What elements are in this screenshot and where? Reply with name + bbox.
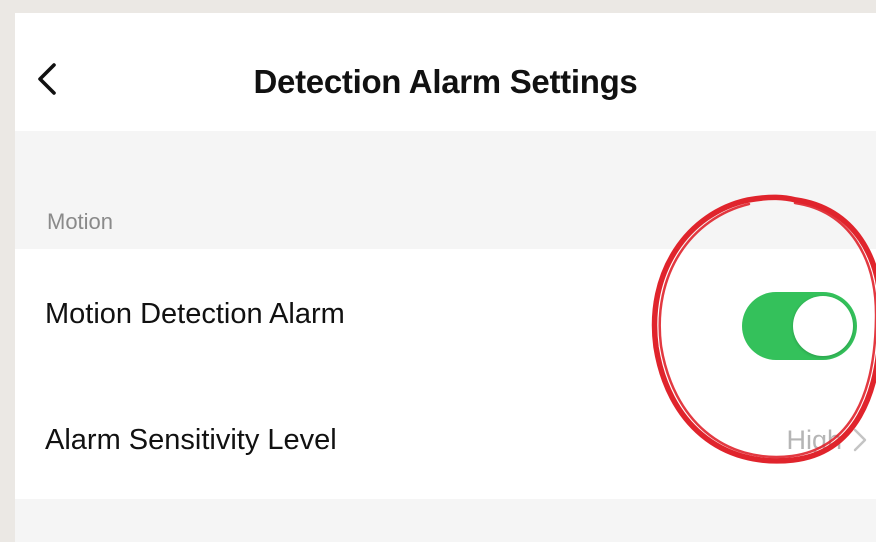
navigation-bar: Detection Alarm Settings bbox=[15, 13, 876, 131]
section-header-motion: Motion bbox=[47, 209, 114, 234]
motion-detection-alarm-row: Motion Detection Alarm bbox=[15, 249, 876, 374]
settings-group-motion: Motion Detection Alarm Alarm Sensitivity… bbox=[15, 249, 876, 499]
alarm-sensitivity-value-wrap[interactable]: High bbox=[786, 422, 868, 458]
settings-screen: Detection Alarm Settings Motion Motion D… bbox=[15, 13, 876, 542]
alarm-sensitivity-level-row[interactable]: Alarm Sensitivity Level High bbox=[15, 374, 876, 499]
chevron-right-icon bbox=[853, 428, 867, 452]
motion-detection-alarm-label: Motion Detection Alarm bbox=[45, 298, 345, 330]
toggle-knob bbox=[793, 296, 853, 356]
alarm-sensitivity-level-label: Alarm Sensitivity Level bbox=[45, 424, 337, 456]
page-title: Detection Alarm Settings bbox=[253, 63, 638, 100]
motion-detection-alarm-toggle[interactable] bbox=[742, 292, 857, 360]
alarm-sensitivity-value: High bbox=[786, 424, 842, 455]
